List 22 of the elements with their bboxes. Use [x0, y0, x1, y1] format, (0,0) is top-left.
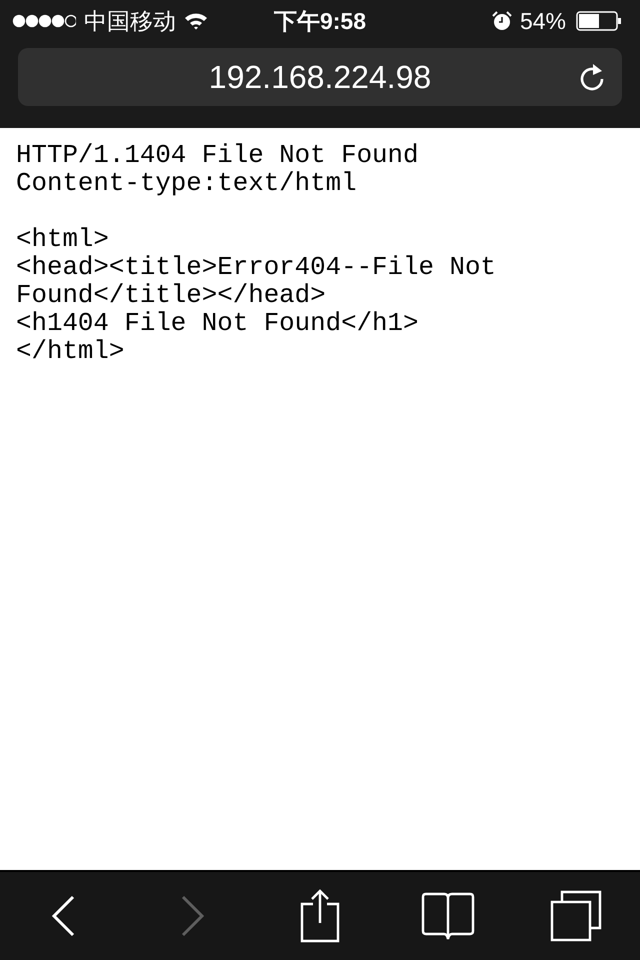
code-line: Content-type:text/html [16, 170, 357, 198]
wifi-icon [184, 12, 208, 30]
chevron-left-icon [52, 895, 76, 937]
book-icon [421, 892, 475, 940]
code-line: </html> [16, 338, 124, 366]
alarm-icon [492, 11, 512, 31]
code-line: Found</title></head> [16, 282, 326, 310]
status-time: 下午9:58 [274, 6, 366, 36]
code-line: HTTP/1.1404 File Not Found [16, 142, 418, 170]
signal-icon [12, 14, 76, 28]
battery-percent: 54% [520, 8, 566, 34]
url-text: 192.168.224.98 [208, 58, 432, 96]
code-line: <h1404 File Not Found</h1> [16, 310, 418, 338]
tabs-icon [550, 890, 602, 942]
carrier-name: 中国移动 [84, 6, 176, 36]
code-line: <html> [16, 226, 109, 254]
address-bar[interactable]: 192.168.224.98 [18, 48, 622, 106]
code-line: <head><title>Error404--File Not [16, 254, 496, 282]
chevron-right-icon [180, 895, 204, 937]
reload-icon[interactable] [578, 62, 606, 92]
share-icon [300, 889, 340, 943]
battery-icon [576, 11, 622, 31]
